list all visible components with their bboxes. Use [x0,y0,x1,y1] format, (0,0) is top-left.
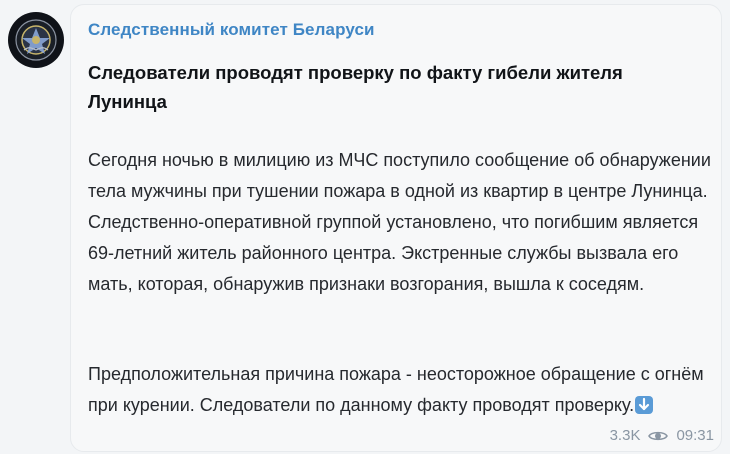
post-paragraph-2: Предположительная причина пожара - неост… [88,359,713,421]
channel-name[interactable]: Следственный комитет Беларуси [88,20,375,40]
channel-avatar[interactable] [8,12,64,68]
post-headline: Следователи проводят проверку по факту г… [88,62,623,112]
telegram-post-screen: Следственный комитет Беларуси Следовател… [0,0,730,454]
message-time: 09:31 [676,427,714,444]
eye-icon [648,431,669,440]
post-paragraph-1: Сегодня ночью в милицию из МЧС поступило… [88,150,711,294]
post-paragraph-2-text: Предположительная причина пожара - неост… [88,364,704,415]
views-count: 3.3K [609,427,641,444]
emblem-icon [15,19,57,61]
message-meta: 3.3K 09:31 [610,427,714,444]
down-arrow-emoji-icon [635,396,654,414]
